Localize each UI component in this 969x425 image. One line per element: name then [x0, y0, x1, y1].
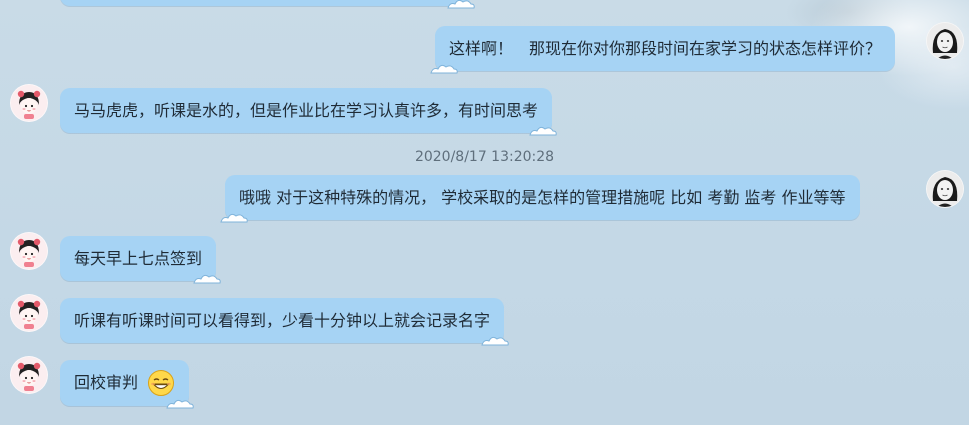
- message-bubble-outgoing: 这样啊！ 那现在你对你那段时间在家学习的状态怎样评价？: [430, 26, 896, 73]
- cloud-icon: [481, 336, 509, 345]
- cloud-icon: [220, 213, 248, 222]
- cartoon-girl-icon: [11, 295, 47, 331]
- cloud-icon: [193, 274, 221, 283]
- message-text: 这样啊！ 那现在你对你那段时间在家学习的状态怎样评价？: [449, 38, 882, 58]
- cartoon-girl-avatar[interactable]: [10, 356, 48, 394]
- message-text: 听课有听课时间可以看得到，少看十分钟以上就会记录名字: [74, 310, 491, 330]
- woman-portrait-icon: [927, 23, 963, 59]
- cartoon-girl-icon: [11, 233, 47, 269]
- cartoon-girl-icon: [11, 85, 47, 121]
- grin-emoji-icon: [148, 370, 175, 396]
- message-bubble-incoming: 听课有听课时间可以看得到，少看十分钟以上就会记录名字: [60, 298, 509, 345]
- cartoon-girl-avatar[interactable]: [10, 84, 48, 122]
- cartoon-girl-icon: [11, 357, 47, 393]
- message-bubble-partial: [60, 0, 475, 9]
- background-scenery: [669, 0, 969, 150]
- message-text: 回校审判: [74, 373, 139, 392]
- woman-portrait-avatar[interactable]: [926, 22, 964, 60]
- cloud-icon: [447, 0, 475, 9]
- woman-portrait-icon: [927, 171, 963, 207]
- message-bubble-outgoing: 哦哦 对于这种特殊的情况， 学校采取的是怎样的管理措施呢 比如 考勤 监考 作业…: [220, 175, 860, 222]
- message-bubble-incoming: 马马虎虎，听课是水的，但是作业比在学习认真许多，有时间思考: [60, 88, 557, 135]
- cartoon-girl-avatar[interactable]: [10, 232, 48, 270]
- cloud-icon: [529, 126, 557, 135]
- message-bubble-incoming: 每天早上七点签到: [60, 236, 221, 283]
- cloud-icon: [430, 64, 458, 73]
- cloud-icon: [166, 399, 194, 409]
- woman-portrait-avatar[interactable]: [926, 170, 964, 208]
- cartoon-girl-avatar[interactable]: [10, 294, 48, 332]
- message-text: 马马虎虎，听课是水的，但是作业比在学习认真许多，有时间思考: [74, 100, 539, 120]
- message-text: 哦哦 对于这种特殊的情况， 学校采取的是怎样的管理措施呢 比如 考勤 监考 作业…: [239, 187, 846, 207]
- message-text: 每天早上七点签到: [74, 248, 203, 268]
- message-timestamp: 2020/8/17 13:20:28: [414, 149, 555, 165]
- message-bubble-incoming: 回校审判: [60, 360, 194, 409]
